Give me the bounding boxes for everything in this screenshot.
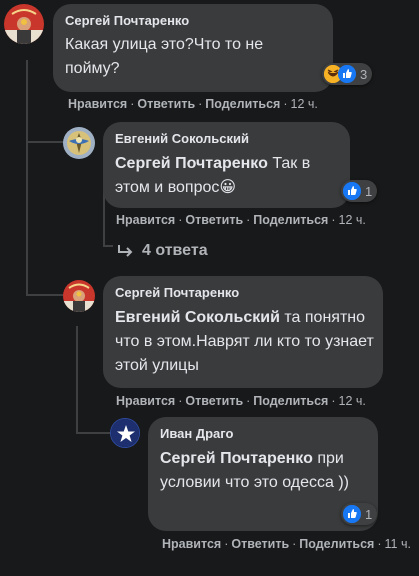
comment-text: Евгений Сокольский та понятно что в этом… [115, 306, 377, 378]
like-reaction-icon [343, 505, 361, 523]
reply-arrow-icon [116, 243, 136, 259]
reaction-summary[interactable]: 1 [341, 180, 378, 202]
like-link[interactable]: Нравится [162, 537, 221, 551]
reaction-count: 3 [360, 66, 368, 82]
comment-text: Сергей Почтаренко Так в этом и вопрос😀 [115, 152, 340, 200]
reply-link[interactable]: Ответить [137, 97, 195, 111]
reaction-summary[interactable]: 3 [322, 63, 373, 85]
thread-line [26, 60, 28, 296]
avatar[interactable] [110, 418, 140, 448]
comment-bubble: Евгений Сокольский Сергей Почтаренко Так… [103, 122, 350, 208]
view-replies-label: 4 ответа [142, 242, 208, 259]
avatar[interactable] [4, 4, 44, 44]
thread-line [76, 432, 110, 434]
comment-timestamp[interactable]: 11 ч. [385, 537, 411, 551]
reply-link[interactable]: Ответить [231, 537, 289, 551]
like-reaction-icon [343, 182, 361, 200]
comment-bubble: Сергей Почтаренко Какая улица это?Что то… [53, 4, 333, 92]
comment-timestamp[interactable]: 12 ч. [291, 97, 318, 111]
comment-author[interactable]: Сергей Почтаренко [115, 284, 371, 301]
avatar[interactable] [63, 280, 95, 312]
like-reaction-icon [338, 65, 356, 83]
comment-actions: Нравится · Ответить · Поделиться · 11 ч. [162, 537, 411, 551]
comment-text: Какая улица это?Что то не пойму? [65, 36, 264, 77]
mention-link[interactable]: Сергей Почтаренко [160, 450, 313, 467]
comment-actions: Нравится · Ответить · Поделиться · 12 ч. [116, 213, 366, 227]
reaction-count: 1 [365, 506, 373, 522]
reply-link[interactable]: Ответить [185, 213, 243, 227]
thread-line [26, 294, 66, 296]
comment-author[interactable]: Евгений Сокольский [115, 130, 338, 147]
mention-link[interactable]: Сергей Почтаренко [115, 155, 268, 172]
like-link[interactable]: Нравится [116, 394, 175, 408]
thread-line [103, 245, 113, 247]
reaction-count: 1 [365, 183, 373, 199]
comment-bubble: Сергей Почтаренко Евгений Сокольский та … [103, 276, 383, 388]
like-link[interactable]: Нравится [68, 97, 127, 111]
comment-author[interactable]: Иван Драго [160, 425, 366, 442]
mention-link[interactable]: Евгений Сокольский [115, 309, 280, 326]
thread-line [26, 141, 66, 143]
avatar[interactable] [63, 127, 95, 159]
reply-link[interactable]: Ответить [185, 394, 243, 408]
view-replies-link[interactable]: 4 ответа [116, 242, 208, 260]
comment-text: Сергей Почтаренко при условии что это од… [160, 447, 350, 495]
share-link[interactable]: Поделиться [253, 213, 328, 227]
share-link[interactable]: Поделиться [299, 537, 374, 551]
comment-timestamp[interactable]: 12 ч. [339, 394, 366, 408]
comment-timestamp[interactable]: 12 ч. [339, 213, 366, 227]
thread-line [76, 326, 78, 434]
like-link[interactable]: Нравится [116, 213, 175, 227]
share-link[interactable]: Поделиться [253, 394, 328, 408]
comment-actions: Нравится · Ответить · Поделиться · 12 ч. [116, 394, 366, 408]
reaction-summary[interactable]: 1 [341, 503, 378, 525]
share-link[interactable]: Поделиться [205, 97, 280, 111]
comment-author[interactable]: Сергей Почтаренко [65, 12, 321, 29]
comment-actions: Нравится · Ответить · Поделиться · 12 ч. [68, 97, 318, 111]
